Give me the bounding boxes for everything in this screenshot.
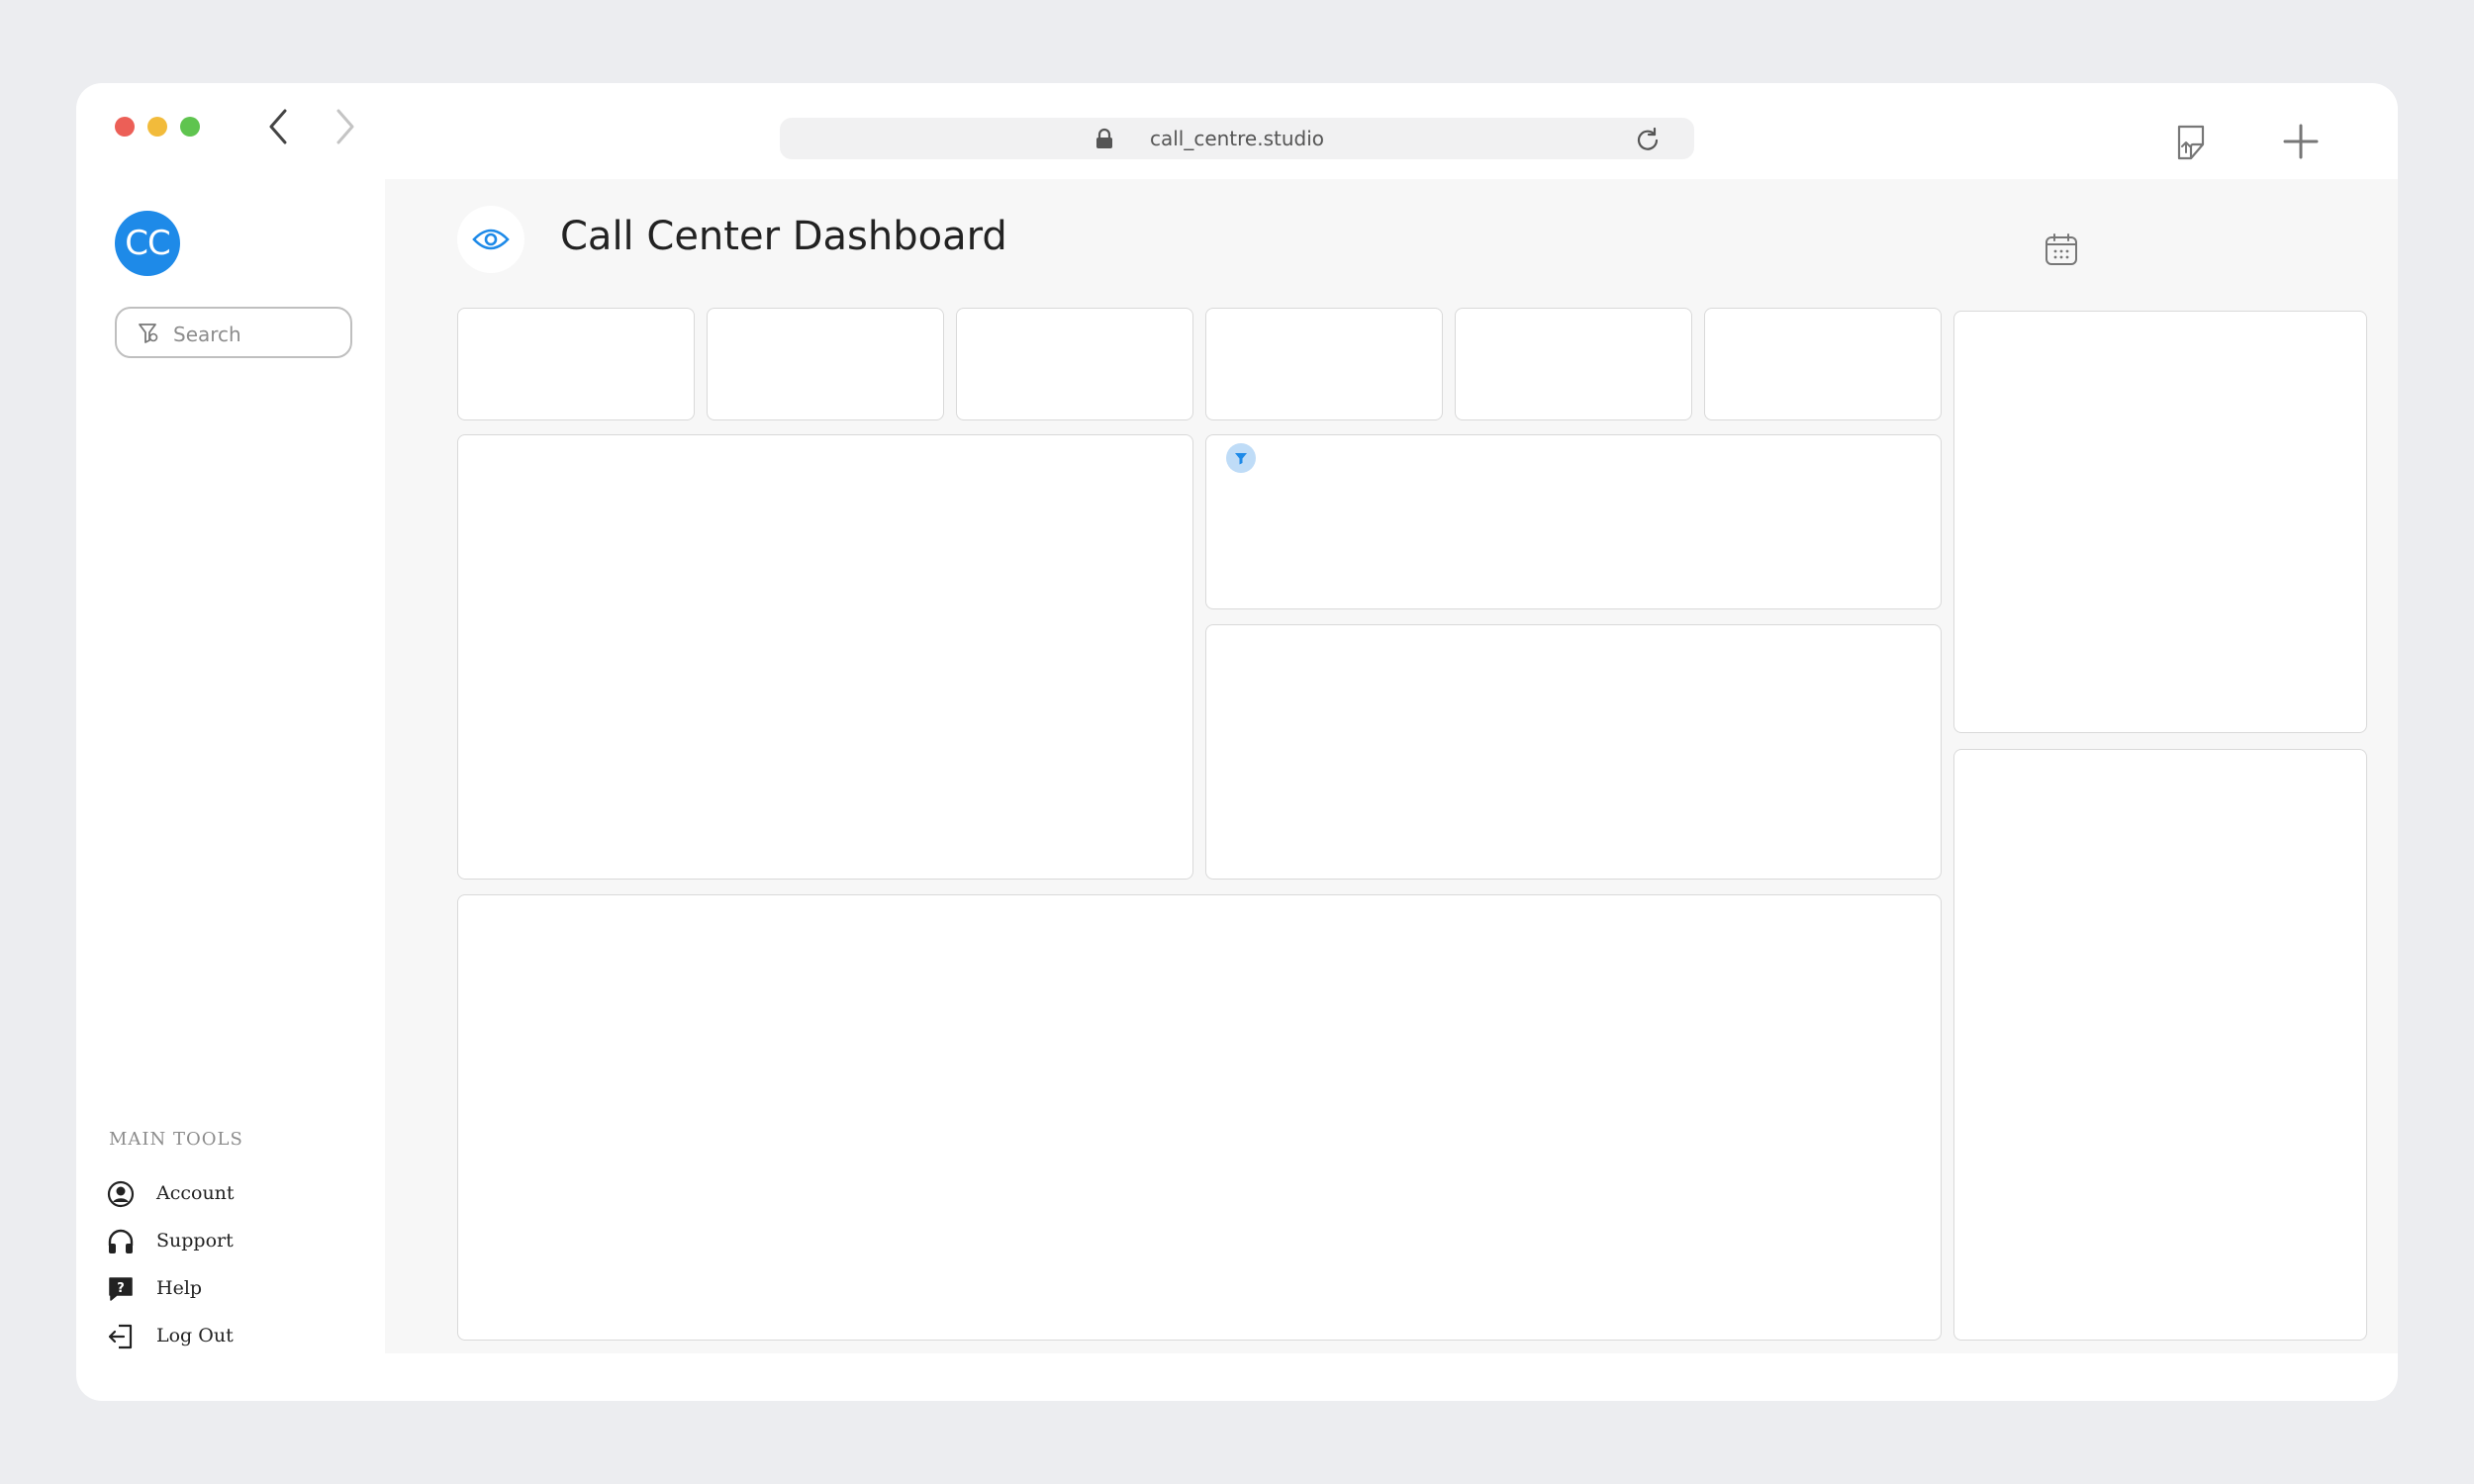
address-bar[interactable]: call_centre.studio: [780, 118, 1694, 159]
reload-icon[interactable]: [1635, 127, 1661, 152]
chart-panel-bottom-right: [1205, 624, 1942, 880]
search-filter-icon: [137, 322, 160, 345]
filter-icon[interactable]: [1226, 443, 1256, 473]
eye-icon[interactable]: [457, 206, 524, 273]
search-placeholder: Search: [173, 323, 241, 346]
kpi-card-2: [707, 308, 944, 420]
sidebar-item-help[interactable]: ? Help: [107, 1271, 305, 1307]
sidebar-item-label: Help: [156, 1277, 203, 1299]
logout-icon: [107, 1323, 135, 1350]
chart-panel-left: [457, 434, 1193, 880]
sidebar-item-label: Account: [156, 1182, 235, 1204]
maximize-window-button[interactable]: [180, 117, 200, 137]
sidebar-item-support[interactable]: Support: [107, 1224, 305, 1259]
sidebar-item-account[interactable]: Account: [107, 1176, 305, 1212]
svg-text:?: ?: [117, 1281, 125, 1296]
chart-panel-top-right: [1205, 434, 1942, 609]
account-circle-icon: [107, 1180, 135, 1208]
sidebar-item-label: Support: [156, 1230, 234, 1252]
forward-arrow-icon[interactable]: [327, 107, 362, 146]
back-arrow-icon[interactable]: [261, 107, 297, 146]
kpi-card-6: [1704, 308, 1942, 420]
calendar-icon[interactable]: [2045, 232, 2078, 266]
avatar[interactable]: CC: [115, 211, 180, 276]
kpi-card-4: [1205, 308, 1443, 420]
page-title: Call Center Dashboard: [560, 214, 1007, 259]
side-panel-bottom: [1953, 749, 2367, 1341]
url-text: call_centre.studio: [1149, 127, 1325, 150]
search-input[interactable]: Search: [115, 307, 352, 358]
help-chat-icon: ?: [107, 1275, 135, 1303]
side-panel-top: [1953, 311, 2367, 733]
kpi-card-5: [1455, 308, 1692, 420]
share-icon[interactable]: [2173, 123, 2209, 162]
headphones-icon: [107, 1228, 135, 1255]
table-panel-bottom: [457, 894, 1942, 1341]
sidebar-item-log-out[interactable]: Log Out: [107, 1319, 305, 1354]
minimize-window-button[interactable]: [147, 117, 167, 137]
kpi-card-3: [956, 308, 1193, 420]
new-tab-plus-icon[interactable]: [2282, 123, 2320, 160]
close-window-button[interactable]: [115, 117, 135, 137]
sidebar-item-label: Log Out: [156, 1325, 234, 1346]
kpi-card-1: [457, 308, 695, 420]
section-title-main-tools: MAIN TOOLS: [109, 1129, 243, 1150]
